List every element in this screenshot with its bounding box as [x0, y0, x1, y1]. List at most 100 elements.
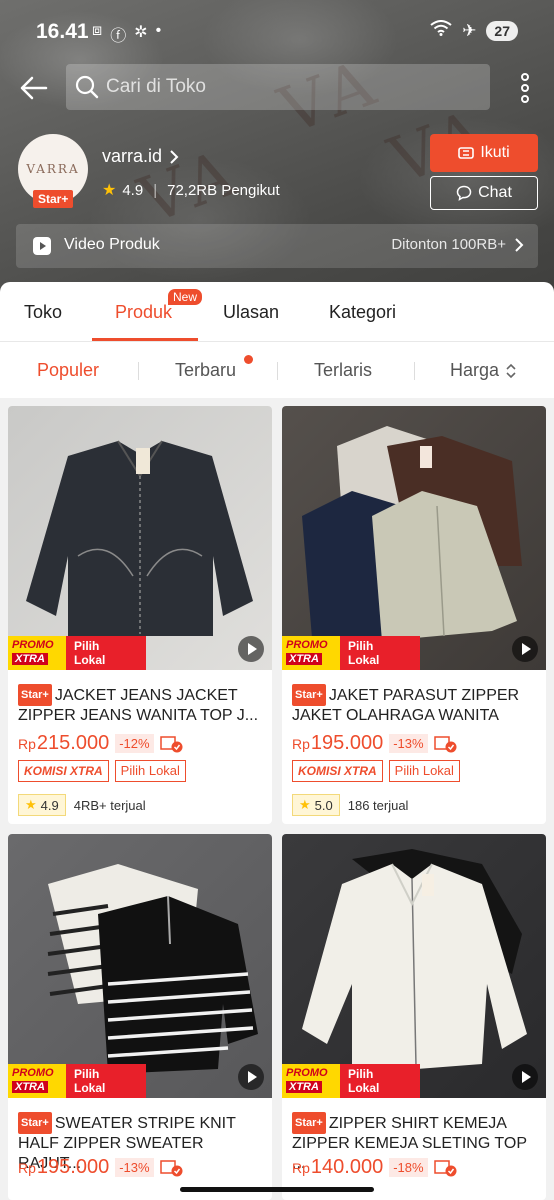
status-notification-icons: ⧈ ⓕ ✲ •	[92, 22, 161, 46]
more-options-button[interactable]	[518, 72, 532, 104]
pilih-lokal-badge: Pilih Lokal	[66, 636, 146, 670]
product-card[interactable]: PROMO XTRA Pilih Lokal Star+ ZIPPER SHIRT…	[282, 834, 546, 1200]
product-image[interactable]: PROMO XTRA Pilih Lokal	[282, 834, 546, 1098]
xtra-text: XTRA	[286, 1081, 322, 1093]
play-icon	[522, 643, 531, 655]
product-meta: ★ 4.9 4RB+ terjual	[18, 794, 146, 816]
star-icon: ★	[299, 797, 311, 812]
pilih-lokal-tag: Pilih Lokal	[114, 760, 186, 782]
chat-icon	[456, 185, 472, 201]
promo-banner: PROMO XTRA Pilih Lokal	[8, 632, 272, 670]
promo-banner: PROMO XTRA Pilih Lokal	[282, 1060, 546, 1098]
product-title-text: JAKET PARASUT ZIPPER JAKET OLAHRAGA WANI…	[292, 687, 520, 724]
star-icon: ★	[25, 797, 37, 812]
lokal-text: Lokal	[74, 1081, 106, 1095]
price-value: 195.000	[310, 732, 384, 754]
stripe-sweater-image	[47, 864, 258, 1074]
sold-count: 4RB+ terjual	[73, 797, 146, 813]
shop-name: varra.id	[102, 146, 163, 166]
status-time: 16.41	[36, 20, 89, 43]
screenshot-icon: ⧈	[92, 22, 103, 39]
follow-button[interactable]: Ikuti	[430, 134, 538, 172]
zipper-shirt-image	[302, 849, 527, 1074]
divider	[277, 362, 278, 380]
lokal-text: Lokal	[348, 1081, 380, 1095]
product-image[interactable]: PROMO XTRA Pilih Lokal	[8, 406, 272, 670]
divider	[414, 362, 415, 380]
search-input[interactable]: Cari di Toko	[106, 76, 206, 98]
lokal-text: Lokal	[74, 653, 106, 667]
video-product-label: Video Produk	[64, 236, 160, 253]
discount-badge: -18%	[389, 1158, 428, 1177]
currency: Rp	[292, 1159, 310, 1176]
pilih-text: Pilih	[348, 639, 374, 653]
home-indicator[interactable]	[180, 1187, 374, 1192]
product-card[interactable]: PROMO XTRA Pilih Lokal Star+ SWEATER STRI…	[8, 834, 272, 1200]
chevron-right-icon	[515, 237, 524, 252]
back-button[interactable]	[16, 70, 52, 106]
discount-badge: -13%	[389, 734, 428, 753]
sort-terlaris[interactable]: Terlaris	[314, 360, 372, 381]
search-icon	[75, 75, 99, 99]
sort-updown-icon	[506, 363, 516, 378]
sort-terbaru[interactable]: Terbaru	[175, 360, 236, 381]
facebook-icon: ⓕ	[110, 28, 127, 45]
currency: Rp	[292, 735, 310, 752]
star-icon: ★	[102, 182, 117, 199]
sort-harga[interactable]: Harga	[450, 360, 517, 381]
rating-value: 4.9	[40, 797, 59, 813]
divider	[138, 362, 139, 380]
play-video-button[interactable]	[512, 636, 538, 662]
rating-value: 5.0	[314, 797, 333, 813]
promo-banner: PROMO XTRA Pilih Lokal	[8, 1060, 272, 1098]
play-video-button[interactable]	[238, 636, 264, 662]
shop-name-link[interactable]: varra.id	[102, 146, 180, 167]
product-meta: ★ 5.0 186 terjual	[292, 794, 408, 816]
chat-button[interactable]: Chat	[430, 176, 538, 210]
product-image[interactable]: PROMO XTRA Pilih Lokal	[282, 406, 546, 670]
video-product-bar[interactable]: Video Produk Ditonton 100RB+	[16, 224, 538, 268]
shop-rating-value: 4.9	[122, 181, 144, 199]
voucher-check-icon	[433, 735, 457, 752]
play-video-button[interactable]	[512, 1064, 538, 1090]
airplane-icon: ✈	[462, 20, 477, 40]
star-plus-badge: Star+	[18, 1112, 52, 1134]
promo-text: PROMO	[12, 639, 54, 651]
promo-text: PROMO	[12, 1067, 54, 1079]
status-bar: 16.41 ⧈ ⓕ ✲ • ✈ 27	[0, 18, 554, 48]
komisi-xtra-tag: KOMISI XTRA	[18, 760, 109, 782]
status-system-icons: ✈ 27	[430, 20, 518, 41]
sort-bar: Populer Terbaru Terlaris Harga	[0, 342, 554, 398]
pilih-lokal-badge: Pilih Lokal	[340, 636, 420, 670]
star-plus-badge: Star+	[292, 684, 326, 706]
promo-banner: PROMO XTRA Pilih Lokal	[282, 632, 546, 670]
promo-xtra-badge: PROMO XTRA	[8, 636, 66, 670]
search-bar[interactable]: Cari di Toko	[66, 64, 490, 110]
separator: |	[153, 181, 158, 199]
tab-ulasan[interactable]: Ulasan	[223, 302, 279, 323]
promo-xtra-badge: PROMO XTRA	[282, 636, 340, 670]
shop-info: VARRA Star+ varra.id ★ 4.9 | 72,2RB Peng…	[18, 134, 538, 214]
shop-rating: ★ 4.9 | 72,2RB Pengikut	[102, 180, 280, 200]
product-card[interactable]: PROMO XTRA Pilih Lokal Star+ JACKET JEANS…	[8, 406, 272, 824]
back-arrow-icon	[20, 76, 48, 100]
play-video-button[interactable]	[238, 1064, 264, 1090]
product-price: Rp 195.000 -13%	[18, 1156, 184, 1179]
star-plus-badge: Star+	[18, 684, 52, 706]
play-icon	[522, 1071, 531, 1083]
tab-kategori[interactable]: Kategori	[329, 302, 396, 323]
dot-icon: •	[155, 22, 162, 39]
top-bar: Cari di Toko	[0, 64, 554, 112]
product-rating: ★ 5.0	[292, 794, 340, 816]
product-tags: KOMISI XTRA Pilih Lokal	[18, 760, 186, 782]
tab-produk[interactable]: Produk	[115, 302, 172, 323]
product-image[interactable]: PROMO XTRA Pilih Lokal	[8, 834, 272, 1098]
price-value: 215.000	[36, 732, 110, 754]
star-plus-badge: Star+	[292, 1112, 326, 1134]
chat-label: Chat	[478, 184, 512, 201]
sort-populer[interactable]: Populer	[37, 360, 99, 381]
promo-text: PROMO	[286, 639, 328, 651]
tab-toko[interactable]: Toko	[24, 302, 62, 323]
product-card[interactable]: PROMO XTRA Pilih Lokal Star+ JAKET PARASU…	[282, 406, 546, 824]
promo-xtra-badge: PROMO XTRA	[282, 1064, 340, 1098]
